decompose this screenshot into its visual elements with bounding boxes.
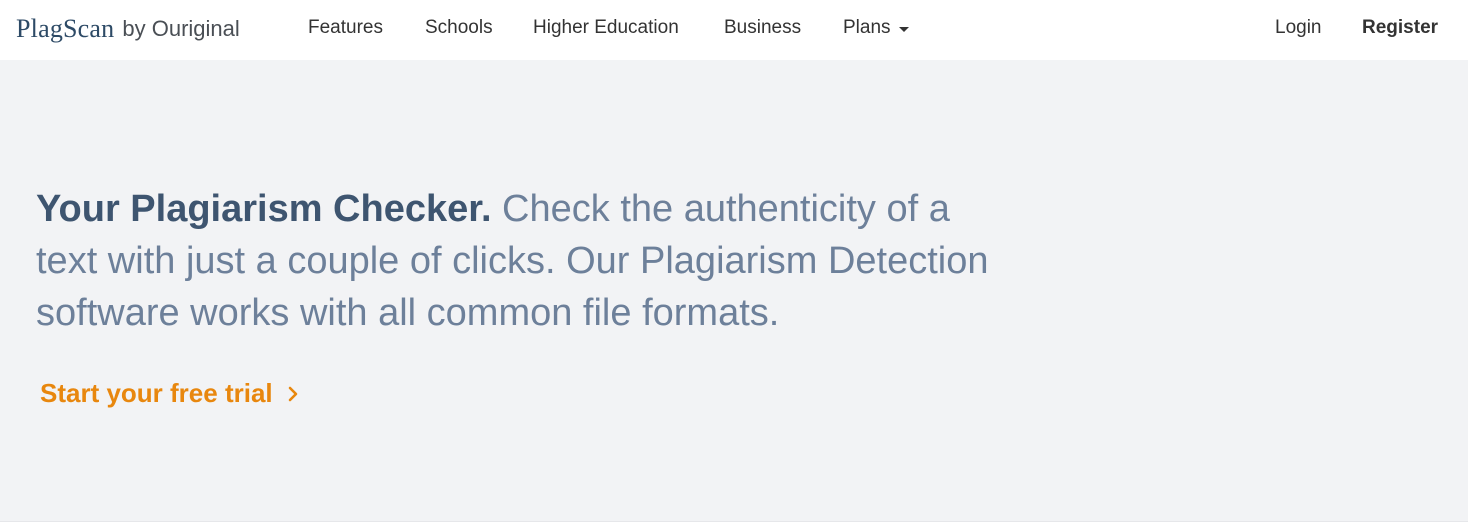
brand-tagline: by Ouriginal	[122, 16, 240, 41]
nav-schools[interactable]: Schools	[425, 17, 493, 39]
hero-section: Your Plagiarism Checker. Check the authe…	[0, 60, 1468, 521]
hero-headline: Your Plagiarism Checker. Check the authe…	[36, 183, 1016, 339]
register-link[interactable]: Register	[1362, 17, 1438, 39]
nav-business[interactable]: Business	[724, 17, 801, 39]
nav-plans-label: Plans	[843, 17, 891, 38]
caret-down-icon	[898, 26, 909, 32]
top-navbar: PlagScan by Ouriginal Features Schools H…	[0, 0, 1468, 60]
cta-label: Start your free trial	[40, 378, 273, 408]
nav-plans-dropdown[interactable]: Plans	[843, 17, 909, 39]
nav-features[interactable]: Features	[308, 17, 383, 39]
brand-logo-link[interactable]: PlagScan by Ouriginal	[16, 11, 240, 47]
start-free-trial-link[interactable]: Start your free trial	[40, 378, 299, 409]
login-link[interactable]: Login	[1275, 17, 1322, 39]
nav-higher-education[interactable]: Higher Education	[533, 17, 679, 39]
brand-name: PlagScan	[16, 14, 115, 43]
hero-headline-bold: Your Plagiarism Checker.	[36, 188, 492, 230]
chevron-right-icon	[287, 385, 299, 403]
